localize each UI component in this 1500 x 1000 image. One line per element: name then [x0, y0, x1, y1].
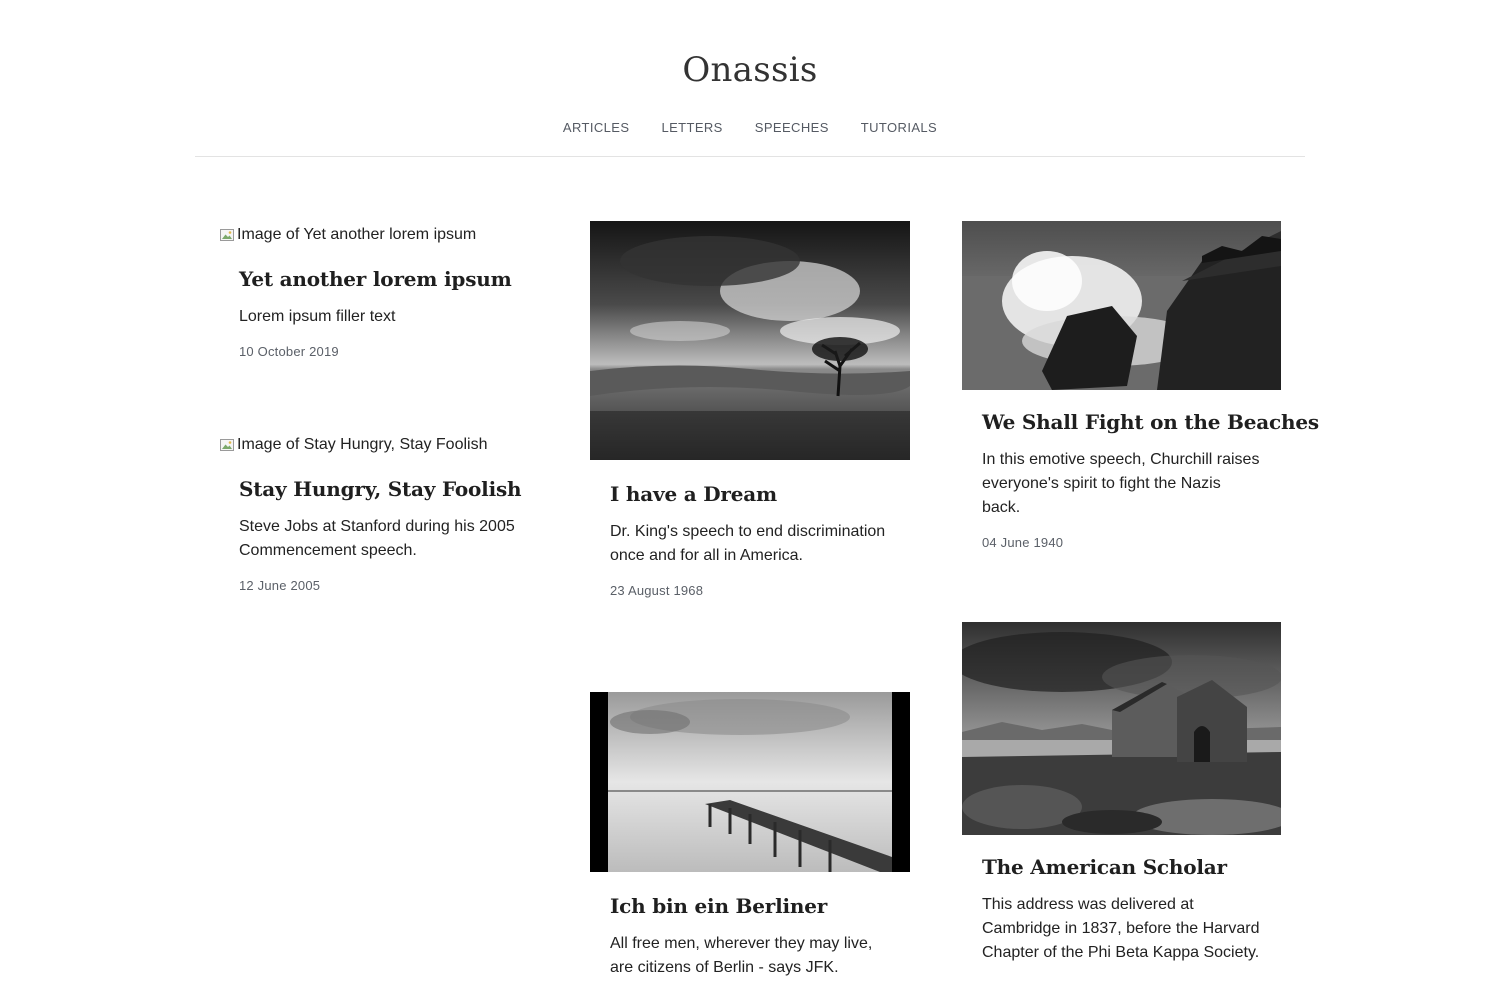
post-date: 10 October 2019: [239, 344, 339, 359]
image-alt-text: Image of Yet another lorem ipsum: [237, 226, 477, 243]
broken-image-icon: [219, 437, 235, 453]
nav-link-letters[interactable]: LETTERS: [661, 120, 722, 136]
post-card-stay-hungry[interactable]: Image of Stay Hungry, Stay Foolish Stay …: [219, 431, 539, 594]
post-card-we-shall-fight[interactable]: We Shall Fight on the Beaches In this em…: [962, 221, 1319, 551]
post-title[interactable]: I have a Dream: [610, 480, 890, 508]
post-excerpt: All free men, wherever they may live, ar…: [610, 935, 873, 976]
site-header: Onassis ARTICLES LETTERS SPEECHES TUTORI…: [195, 0, 1305, 157]
post-card-body: We Shall Fight on the Beaches In this em…: [962, 408, 1319, 551]
post-card-ich-bin-ein-berliner[interactable]: Ich bin ein Berliner All free men, where…: [590, 692, 910, 980]
nav-link-tutorials[interactable]: TUTORIALS: [861, 120, 937, 136]
post-card-body: Ich bin ein Berliner All free men, where…: [590, 892, 910, 980]
site-title[interactable]: Onassis: [195, 48, 1305, 92]
post-excerpt: In this emotive speech, Churchill raises…: [982, 451, 1260, 516]
post-card-body: Yet another lorem ipsum Lorem ipsum fill…: [219, 265, 539, 360]
post-card-i-have-a-dream[interactable]: I have a Dream Dr. King's speech to end …: [590, 221, 910, 599]
post-date: 04 June 1940: [982, 535, 1064, 550]
post-image-waves-rocks[interactable]: [962, 221, 1281, 390]
post-image-broken[interactable]: Image of Yet another lorem ipsum: [219, 221, 539, 249]
post-card-yet-another-lorem-ipsum[interactable]: Image of Yet another lorem ipsum Yet ano…: [219, 221, 539, 360]
post-excerpt: Steve Jobs at Stanford during his 2005 C…: [239, 518, 515, 559]
waves-rocks-photo: [962, 221, 1281, 390]
post-card-body: Stay Hungry, Stay Foolish Steve Jobs at …: [219, 475, 539, 594]
main-nav: ARTICLES LETTERS SPEECHES TUTORIALS: [195, 120, 1305, 136]
post-card-american-scholar[interactable]: The American Scholar This address was de…: [962, 622, 1282, 965]
broken-image-icon: [219, 227, 235, 243]
nav-link-articles[interactable]: ARTICLES: [563, 120, 630, 136]
post-card-body: I have a Dream Dr. King's speech to end …: [590, 480, 910, 599]
image-alt-text: Image of Stay Hungry, Stay Foolish: [237, 436, 488, 453]
stormy-landscape-photo: [590, 221, 910, 460]
nav-link-speeches[interactable]: SPEECHES: [755, 120, 829, 136]
post-date: 12 June 2005: [239, 578, 321, 593]
post-image-broken[interactable]: Image of Stay Hungry, Stay Foolish: [219, 431, 539, 459]
post-excerpt: Lorem ipsum filler text: [239, 308, 396, 325]
post-image-stone-church[interactable]: [962, 622, 1281, 835]
post-title[interactable]: Stay Hungry, Stay Foolish: [239, 475, 522, 503]
post-title[interactable]: The American Scholar: [982, 853, 1262, 881]
post-card-body: The American Scholar This address was de…: [962, 853, 1282, 965]
post-title[interactable]: Ich bin ein Berliner: [610, 892, 890, 920]
post-excerpt: Dr. King's speech to end discrimination …: [610, 523, 886, 564]
post-title[interactable]: We Shall Fight on the Beaches: [982, 408, 1319, 436]
post-title[interactable]: Yet another lorem ipsum: [239, 265, 519, 293]
post-image-pier-lake[interactable]: [590, 692, 910, 872]
pier-lake-photo: [590, 692, 910, 872]
stone-church-photo: [962, 622, 1281, 835]
post-image-stormy-landscape[interactable]: [590, 221, 910, 460]
post-date: 23 August 1968: [610, 583, 704, 598]
post-excerpt: This address was delivered at Cambridge …: [982, 896, 1260, 961]
